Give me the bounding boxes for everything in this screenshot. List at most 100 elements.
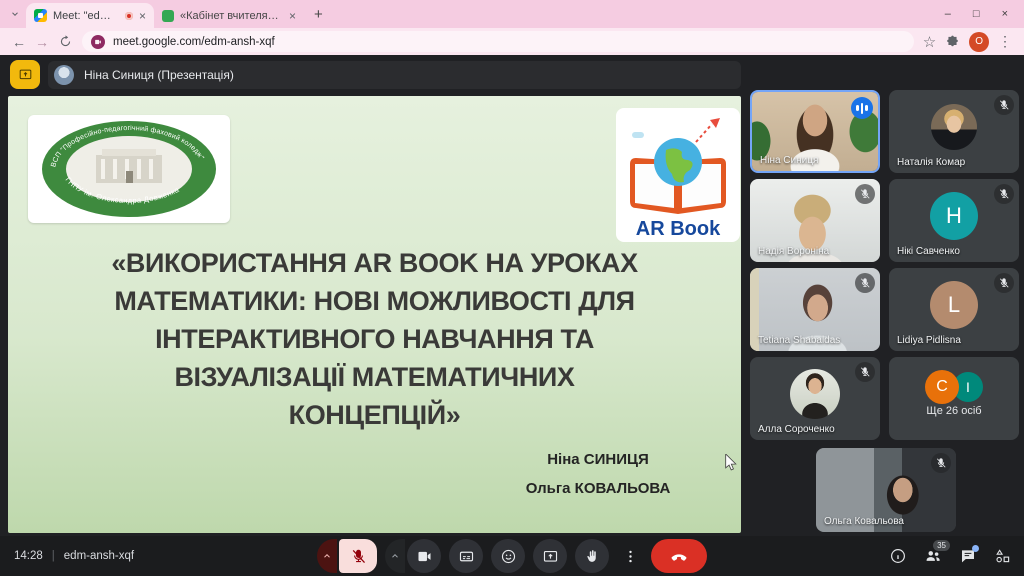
separator: |: [52, 550, 55, 562]
recording-indicator-icon: [125, 12, 133, 20]
new-tab-button[interactable]: +: [314, 6, 323, 23]
activities-button[interactable]: [994, 547, 1012, 565]
participant-avatar: L: [930, 281, 978, 329]
participant-name: Tetiana Shabaldas: [758, 335, 840, 346]
camera-options-chevron[interactable]: [385, 539, 405, 573]
mic-muted-icon: [855, 184, 875, 204]
camera-control-group: [385, 539, 441, 573]
participant-name: Lidiya Pidlisna: [897, 335, 961, 346]
participant-tile[interactable]: Н Нікі Савченко: [889, 179, 1019, 262]
chat-notification-dot: [972, 545, 979, 552]
participant-tile[interactable]: Надія Вороніна: [750, 179, 880, 262]
reactions-button[interactable]: [491, 539, 525, 573]
slide-title-line: ІНТЕРАКТИВНОГО НАВЧАННЯ ТА: [38, 320, 711, 358]
mouse-cursor: [724, 454, 738, 476]
participant-avatar: [790, 369, 840, 419]
slide-presenters: Ніна СИНИЦЯ Ольга КОВАЛЬОВА: [478, 451, 718, 497]
meet-stage: Ніна Синиця (Презентація) ВСП "Професійн…: [0, 55, 1024, 536]
extensions-icon[interactable]: [945, 34, 960, 49]
window-minimize-button[interactable]: –: [945, 8, 951, 20]
meet-control-bar: 14:28 | edm-ansh-xqf: [0, 536, 1024, 576]
participant-name: Нікі Савченко: [897, 246, 960, 257]
mic-mute-button[interactable]: [339, 539, 377, 573]
presenter-banner-label: Ніна Синиця (Презентація): [84, 68, 234, 82]
tab-close-icon[interactable]: ×: [289, 9, 296, 23]
reload-button[interactable]: [58, 34, 73, 49]
slide-title-line: КОНЦЕПЦІЙ»: [38, 396, 711, 434]
participant-tile[interactable]: Ніна Синиця: [750, 90, 880, 173]
tab-search-chevron-icon[interactable]: [10, 9, 20, 19]
raise-hand-button[interactable]: [575, 539, 609, 573]
college-emblem: ВСП "Професійно-педагогічний фаховий кол…: [28, 115, 230, 223]
people-button[interactable]: 35: [924, 547, 942, 565]
speaking-indicator-icon: [851, 97, 873, 119]
avatar-initial: C: [925, 370, 959, 404]
mic-control-group: [317, 539, 377, 573]
participant-name: Ніна Синиця: [760, 155, 818, 166]
window-maximize-button[interactable]: □: [973, 8, 980, 20]
participant-name: Наталія Комар: [897, 157, 965, 168]
window-close-button[interactable]: ×: [1002, 8, 1008, 20]
avatar-initial: Н: [946, 203, 962, 229]
browser-menu-icon[interactable]: ⋮: [998, 33, 1012, 50]
meet-site-icon: [91, 35, 105, 49]
more-people-label: Ще 26 осіб: [889, 405, 1019, 417]
profile-avatar[interactable]: O: [969, 32, 989, 52]
site-favicon-icon: [162, 10, 174, 22]
address-bar[interactable]: meet.google.com/edm-ansh-xqf: [82, 31, 914, 52]
chat-button[interactable]: [959, 547, 977, 565]
mic-muted-icon: [855, 362, 875, 382]
clock-time: 14:28: [14, 550, 43, 562]
meet-favicon-icon: [34, 9, 47, 22]
captions-button[interactable]: [449, 539, 483, 573]
presenter-avatar: [54, 65, 74, 85]
participant-name: Алла Сороченко: [758, 424, 835, 435]
presenter-banner[interactable]: Ніна Синиця (Презентація): [48, 61, 741, 89]
bookmark-star-icon[interactable]: ☆: [923, 33, 936, 51]
overflow-tile[interactable]: C I Ще 26 осіб: [889, 357, 1019, 440]
present-button[interactable]: [533, 539, 567, 573]
browser-tab-teacher-cabinet[interactable]: «Кабінет вчителя» - це зручн… ×: [154, 3, 304, 28]
participant-name: Ольга Ковальова: [824, 516, 904, 527]
slide-title-line: МАТЕМАТИКИ: НОВІ МОЖЛИВОСТІ ДЛЯ: [38, 282, 711, 320]
end-call-button[interactable]: [651, 539, 707, 573]
tab-title: «Кабінет вчителя» - це зручн…: [180, 10, 283, 22]
people-count-badge: 35: [933, 540, 950, 551]
slide-title-line: «ВИКОРИСТАННЯ AR BOOK НА УРОКАХ: [38, 244, 711, 282]
participant-avatar: Н: [930, 192, 978, 240]
back-button[interactable]: ←: [12, 35, 26, 49]
forward-button[interactable]: →: [35, 35, 49, 49]
mic-muted-icon: [994, 95, 1014, 115]
url-text: meet.google.com/edm-ansh-xqf: [113, 36, 275, 48]
arbook-label: AR Book: [636, 218, 721, 240]
more-options-button[interactable]: [617, 539, 643, 573]
browser-tab-strip: Meet: "edm-ansh-xqf" × «Кабінет вчителя»…: [0, 0, 1024, 28]
participant-tile[interactable]: Ольга Ковальова: [816, 448, 956, 532]
participant-name: Надія Вороніна: [758, 246, 829, 257]
tab-title: Meet: "edm-ansh-xqf": [53, 10, 119, 22]
mic-muted-icon: [855, 273, 875, 293]
avatar-initial: L: [948, 292, 960, 318]
participant-tile[interactable]: Алла Сороченко: [750, 357, 880, 440]
mic-muted-icon: [994, 273, 1014, 293]
participant-tile[interactable]: Наталія Комар: [889, 90, 1019, 173]
mic-muted-icon: [994, 184, 1014, 204]
camera-button[interactable]: [407, 539, 441, 573]
meeting-details-button[interactable]: [889, 547, 907, 565]
slide-title: «ВИКОРИСТАННЯ AR BOOK НА УРОКАХ МАТЕМАТИ…: [38, 244, 711, 434]
mic-muted-icon: [931, 453, 951, 473]
presenting-indicator-button[interactable]: [10, 60, 40, 89]
browser-tab-meet[interactable]: Meet: "edm-ansh-xqf" ×: [26, 3, 154, 28]
tab-close-icon[interactable]: ×: [139, 9, 146, 23]
participant-tile[interactable]: Tetiana Shabaldas: [750, 268, 880, 351]
participant-avatar: [931, 104, 977, 150]
slide-title-line: ВІЗУАЛІЗАЦІЇ МАТЕМАТИЧНИХ: [38, 358, 711, 396]
meeting-code: edm-ansh-xqf: [64, 550, 134, 562]
presentation-slide: ВСП "Професійно-педагогічний фаховий кол…: [8, 96, 741, 533]
browser-toolbar: ← → meet.google.com/edm-ansh-xqf ☆ O ⋮: [0, 28, 1024, 55]
participant-tile[interactable]: L Lidiya Pidlisna: [889, 268, 1019, 351]
overflow-avatars: C I: [925, 370, 983, 404]
presenter-name: Ольга КОВАЛЬОВА: [478, 480, 718, 497]
presenter-name: Ніна СИНИЦЯ: [478, 451, 718, 468]
mic-options-chevron[interactable]: [317, 539, 337, 573]
